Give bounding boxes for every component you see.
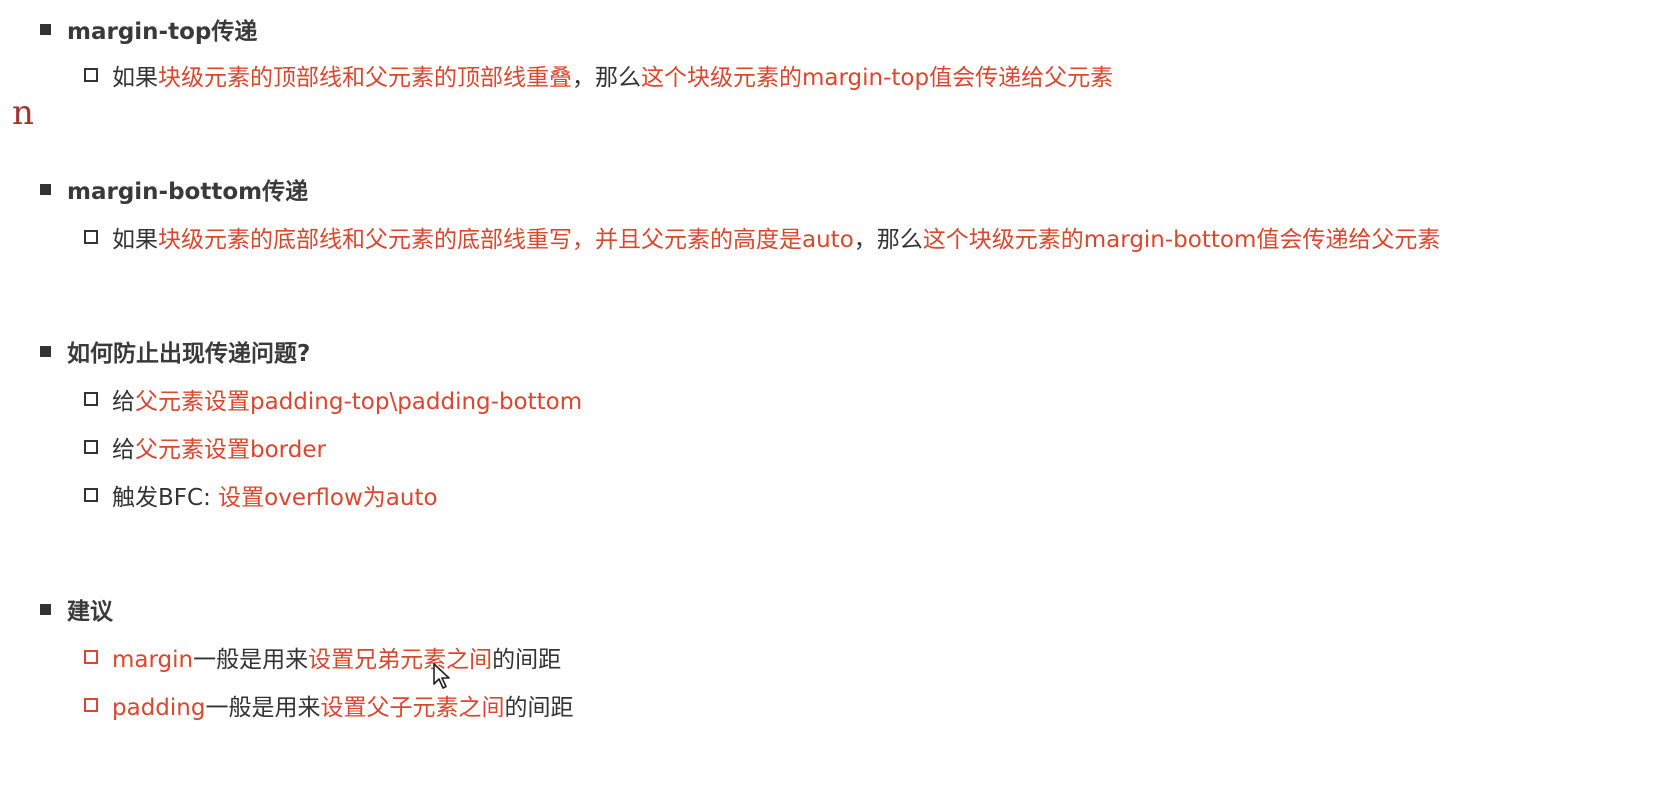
item-text: 给父元素设置padding-top\padding-bottom <box>112 382 582 416</box>
stray-character: n <box>12 93 34 133</box>
filled-square-bullet-icon <box>40 345 51 357</box>
list-item: 如果块级元素的顶部线和父元素的顶部线重叠，那么这个块级元素的margin-top… <box>84 58 1113 92</box>
plain-text: 给 <box>112 437 135 463</box>
filled-square-bullet-icon <box>40 183 51 195</box>
highlighted-text: padding <box>112 695 206 721</box>
filled-square-bullet-icon <box>40 603 51 615</box>
highlighted-text: 这个块级元素的margin-top值会传递给父元素 <box>641 65 1114 91</box>
list-item: 如果块级元素的底部线和父元素的底部线重写，并且父元素的高度是auto，那么这个块… <box>84 220 1440 254</box>
plain-text: 触发BFC: <box>112 485 219 511</box>
highlighted-text: 设置父子元素之间 <box>320 695 505 721</box>
hollow-square-bullet-icon <box>84 68 98 82</box>
heading-margin-bottom: margin-bottom传递 <box>40 172 308 206</box>
hollow-square-bullet-icon <box>84 440 98 454</box>
list-item: 给父元素设置padding-top\padding-bottom <box>84 382 582 416</box>
item-text: margin一般是用来设置兄弟元素之间的间距 <box>112 640 561 674</box>
highlighted-text: 块级元素的顶部线和父元素的顶部线重叠 <box>158 65 572 91</box>
list-item: padding一般是用来设置父子元素之间的间距 <box>84 688 573 722</box>
plain-text: ，那么 <box>572 65 641 91</box>
item-text: 给父元素设置border <box>112 430 326 464</box>
item-text: padding一般是用来设置父子元素之间的间距 <box>112 688 573 722</box>
heading-text: 建议 <box>67 599 113 625</box>
plain-text: 如果 <box>112 227 158 253</box>
list-item: margin一般是用来设置兄弟元素之间的间距 <box>84 640 561 674</box>
filled-square-bullet-icon <box>40 23 51 35</box>
hollow-square-bullet-icon <box>84 392 98 406</box>
hollow-square-bullet-icon <box>84 230 98 244</box>
plain-text: 一般是用来 <box>193 647 309 673</box>
hollow-square-bullet-icon <box>84 488 98 502</box>
heading-text: margin-top传递 <box>67 19 258 45</box>
plain-text: 一般是用来 <box>205 695 321 721</box>
heading-text: margin-bottom传递 <box>67 179 309 205</box>
list-item: 给父元素设置border <box>84 430 326 464</box>
highlighted-text: 设置overflow为auto <box>218 485 438 511</box>
highlighted-text: 这个块级元素的margin-bottom值会传递给父元素 <box>922 227 1441 253</box>
plain-text: 给 <box>112 389 135 415</box>
highlighted-text: 父元素设置border <box>135 437 326 463</box>
heading-suggestion: 建议 <box>40 592 113 626</box>
heading-margin-top: margin-top传递 <box>40 12 257 46</box>
hollow-square-bullet-icon <box>84 650 98 664</box>
highlighted-text: 块级元素的底部线和父元素的底部线重写，并且父元素的高度是auto <box>158 227 854 253</box>
item-text: 触发BFC: 设置overflow为auto <box>112 478 438 512</box>
plain-text: 如果 <box>112 65 158 91</box>
highlighted-text: margin <box>112 647 194 673</box>
heading-prevent: 如何防止出现传递问题? <box>40 334 310 368</box>
list-item: 触发BFC: 设置overflow为auto <box>84 478 438 512</box>
item-text: 如果块级元素的顶部线和父元素的顶部线重叠，那么这个块级元素的margin-top… <box>112 58 1113 92</box>
highlighted-text: 父元素设置padding-top\padding-bottom <box>135 389 583 415</box>
plain-text: 的间距 <box>504 695 574 721</box>
heading-text: 如何防止出现传递问题? <box>67 341 311 367</box>
highlighted-text: 设置兄弟元素之间 <box>308 647 493 673</box>
plain-text: 的间距 <box>492 647 562 673</box>
plain-text: ，那么 <box>853 227 923 253</box>
mouse-cursor-icon <box>433 663 450 689</box>
hollow-square-bullet-icon <box>84 698 98 712</box>
item-text: 如果块级元素的底部线和父元素的底部线重写，并且父元素的高度是auto，那么这个块… <box>112 220 1440 254</box>
